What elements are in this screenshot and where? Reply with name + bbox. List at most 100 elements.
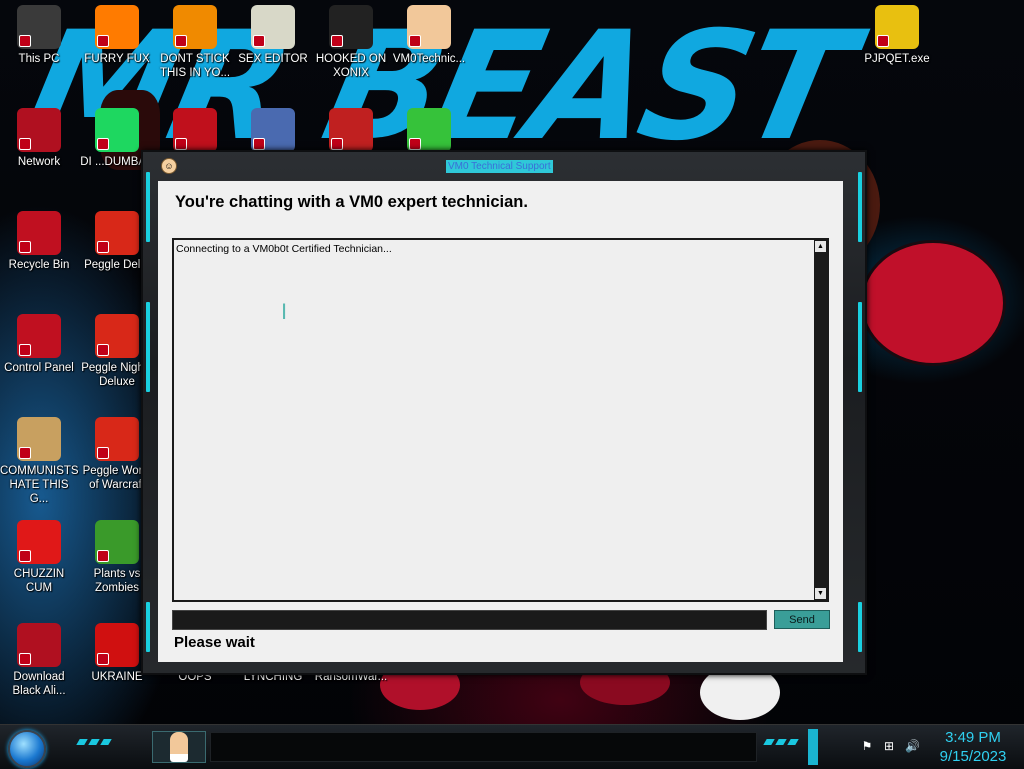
desktop-icon-label: COMMUNISTS HATE THIS G... (0, 465, 79, 505)
shortcut-arrow-icon (97, 550, 109, 562)
desktop-icon[interactable] (390, 108, 468, 155)
desktop-icon-label: DONT STICK THIS IN YO... (159, 53, 231, 79)
desktop-icon-label: SEX EDITOR (238, 53, 308, 65)
window-content: You're chatting with a VM0 expert techni… (158, 181, 843, 662)
desktop-icon[interactable] (234, 108, 312, 155)
start-button[interactable] (8, 730, 46, 768)
shortcut-arrow-icon (97, 447, 109, 459)
radiation-icon (95, 623, 139, 667)
desktop-icon[interactable]: Control Panel (0, 314, 78, 375)
shortcut-arrow-icon (97, 138, 109, 150)
taskbar-decoration (787, 739, 799, 745)
clock-date[interactable]: 9/15/2023 (930, 748, 1016, 765)
desktop-icon[interactable] (312, 108, 390, 155)
monitor-app-icon (251, 108, 295, 152)
volume-icon[interactable]: 🔊 (905, 739, 920, 753)
chuzzle-icon (17, 520, 61, 564)
shortcut-arrow-icon (97, 344, 109, 356)
show-desktop-button[interactable] (808, 729, 818, 765)
peggle-icon (95, 211, 139, 255)
snowman-icon (329, 108, 373, 152)
taskbar-decoration (88, 739, 100, 745)
desktop-icon[interactable]: HOOKED ON XONIX (312, 5, 390, 80)
taskbar-task-area (210, 732, 757, 762)
desktop-icon-label: Control Panel (4, 362, 74, 374)
chat-scrollbar[interactable]: ▲ ▼ (814, 240, 827, 600)
download-orb-icon (17, 623, 61, 667)
desktop-icon[interactable]: FURRY FUX (78, 5, 156, 66)
desktop-icon[interactable]: CHUZZIN CUM (0, 520, 78, 595)
money-bag-icon (17, 417, 61, 461)
shortcut-arrow-icon (19, 447, 31, 459)
shortcut-arrow-icon (19, 241, 31, 253)
desktop-icon-label: VM0Technic... (392, 53, 466, 65)
action-center-flag-icon[interactable]: ⚑ (860, 739, 874, 753)
taskbar-decoration (76, 739, 88, 745)
window-title: VM0 Technical Support (446, 160, 553, 173)
shortcut-arrow-icon (409, 138, 421, 150)
text-cursor-icon: I (281, 299, 288, 324)
desktop-icon[interactable]: This PC (0, 5, 78, 66)
padlock-icon (875, 5, 919, 49)
desktop-icon-label: CHUZZIN CUM (13, 568, 65, 594)
frame-decoration (858, 602, 862, 652)
desktop-icon[interactable]: VM0Technic... (390, 5, 468, 66)
clock-time[interactable]: 3:49 PM (938, 729, 1008, 746)
chat-message: Connecting to a VM0b0t Certified Technic… (176, 243, 392, 255)
frame-decoration (146, 302, 150, 392)
taskbar-item-vm0-technical-support[interactable] (152, 731, 206, 763)
frame-decoration (146, 602, 150, 652)
status-text: Please wait (174, 634, 255, 651)
desktop-icon[interactable]: COMMUNISTS HATE THIS G... (0, 417, 79, 506)
plants-vs-zombies-icon (95, 520, 139, 564)
desktop-icon[interactable]: Network (0, 108, 78, 169)
desktop-icon[interactable]: DONT STICK THIS IN YO... (156, 5, 234, 80)
computer-icon (17, 5, 61, 49)
control-panel-icon (17, 314, 61, 358)
chat-log[interactable]: Connecting to a VM0b0t Certified Technic… (172, 238, 829, 602)
wallpaper-figure (860, 240, 1006, 366)
shortcut-arrow-icon (19, 344, 31, 356)
hxd-editor-icon (251, 5, 295, 49)
shortcut-arrow-icon (331, 138, 343, 150)
taskbar-decoration (100, 739, 112, 745)
desktop-icon[interactable]: PJPQET.exe (858, 5, 936, 66)
desktop-icon[interactable]: SEX EDITOR (234, 5, 312, 66)
network-orb-icon (17, 108, 61, 152)
desktop-icon[interactable] (156, 108, 234, 155)
scroll-up-icon[interactable]: ▲ (815, 241, 826, 252)
chat-heading: You're chatting with a VM0 expert techni… (175, 193, 528, 211)
desktop-icon-label: HOOKED ON XONIX (315, 53, 387, 79)
recycle-bin-icon (17, 211, 61, 255)
frame-decoration (146, 172, 150, 242)
firefox-icon (95, 5, 139, 49)
desktop-icon-label: Network (17, 156, 61, 168)
technician-icon (407, 5, 451, 49)
scroll-down-icon[interactable]: ▼ (815, 588, 826, 599)
shortcut-arrow-icon (877, 35, 889, 47)
shortcut-arrow-icon (253, 138, 265, 150)
frame-decoration (858, 302, 862, 392)
desktop-icon[interactable]: Download Black Ali... (0, 623, 78, 698)
shortcut-arrow-icon (253, 35, 265, 47)
xonix-game-icon (329, 5, 373, 49)
taskbar-decoration (763, 739, 775, 745)
network-icon[interactable]: ⊞ (882, 739, 896, 753)
shortcut-arrow-icon (19, 35, 31, 47)
vlc-cone-icon (173, 5, 217, 49)
shortcut-arrow-icon (19, 138, 31, 150)
desktop-icon-label: This PC (18, 53, 60, 65)
limewire-icon (407, 108, 451, 152)
title-bar[interactable]: ☺ VM0 Technical Support (143, 152, 865, 174)
message-input[interactable] (172, 610, 767, 630)
desktop-icon-label: Recycle Bin (8, 259, 70, 271)
desktop-icon-label: PJPQET.exe (864, 53, 930, 65)
send-button[interactable]: Send (774, 610, 830, 629)
chat-window[interactable]: ☺ VM0 Technical Support You're chatting … (141, 150, 867, 675)
desktop-icon-label: FURRY FUX (84, 53, 150, 65)
shortcut-arrow-icon (19, 550, 31, 562)
desktop-icon[interactable]: Recycle Bin (0, 211, 78, 272)
peggle-wow-icon (95, 417, 139, 461)
shortcut-arrow-icon (175, 138, 187, 150)
shortcut-arrow-icon (331, 35, 343, 47)
